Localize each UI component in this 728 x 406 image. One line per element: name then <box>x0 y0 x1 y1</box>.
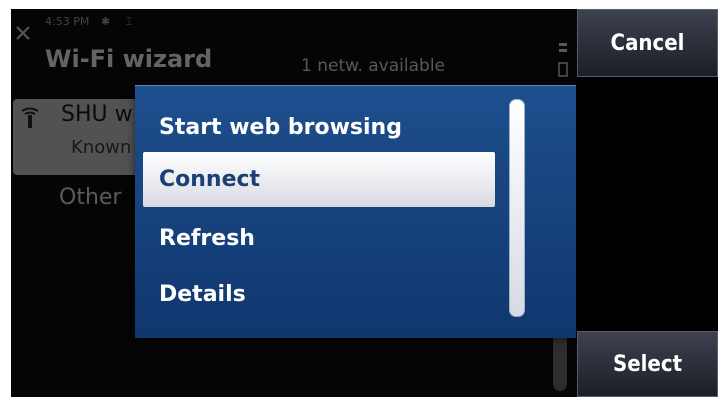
other-networks-label[interactable]: Other <box>59 185 121 210</box>
wifi-icon <box>21 107 39 128</box>
menu-item-details[interactable]: Details <box>143 267 495 322</box>
cancel-button[interactable]: Cancel <box>577 9 718 77</box>
status-time: 4:53 PM <box>45 15 90 28</box>
phone-screen: 4:53 PM ✱ ⌶ Wi-Fi wizard 1 netw. availab… <box>11 9 718 397</box>
menu-item-refresh[interactable]: Refresh <box>143 211 495 266</box>
menu-scrollbar[interactable] <box>509 99 525 317</box>
page-title: Wi-Fi wizard <box>45 45 213 73</box>
status-icons: ✱ ⌶ <box>101 15 139 28</box>
network-name: SHU w <box>61 102 133 127</box>
battery-icon <box>558 43 568 77</box>
network-status: Known <box>71 137 132 158</box>
network-count: 1 netw. available <box>301 56 446 76</box>
close-icon[interactable] <box>15 25 31 41</box>
softkey-panel: Cancel Select <box>577 9 718 397</box>
options-menu: Start web browsing Connect Refresh Detai… <box>135 85 576 338</box>
select-button[interactable]: Select <box>577 331 718 397</box>
menu-item-connect[interactable]: Connect <box>143 152 495 207</box>
background-scrollbar[interactable] <box>553 329 567 391</box>
menu-item-start-web-browsing[interactable]: Start web browsing <box>143 100 495 155</box>
